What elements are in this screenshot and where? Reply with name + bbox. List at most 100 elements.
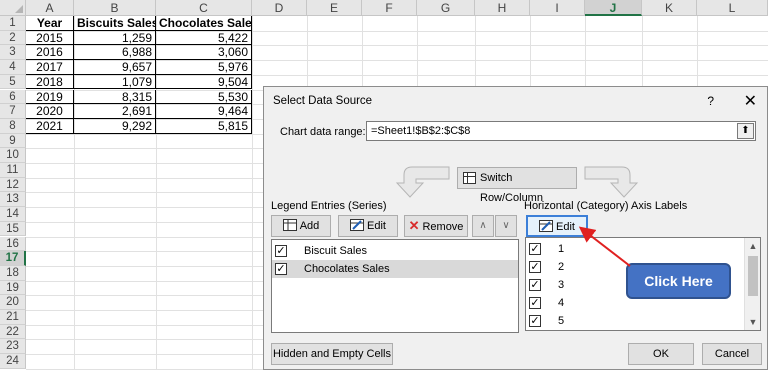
table-cell[interactable]: 5,530	[156, 89, 252, 105]
row-header[interactable]: 22	[0, 324, 26, 340]
table-cell[interactable]: 6,988	[74, 45, 156, 61]
column-header-j[interactable]: J	[585, 0, 642, 16]
edit-table-icon	[539, 220, 554, 233]
row-header[interactable]: 21	[0, 310, 26, 325]
table-cell[interactable]: 1,079	[74, 74, 156, 90]
column-header-a[interactable]: A	[26, 0, 74, 16]
category-checkbox[interactable]: ✓	[529, 243, 541, 255]
row-header[interactable]: 11	[0, 163, 26, 178]
column-header-l[interactable]: L	[697, 0, 768, 16]
column-header-f[interactable]: F	[362, 0, 417, 16]
move-up-button[interactable]: ∧	[472, 215, 494, 237]
table-cell[interactable]: 9,464	[156, 104, 252, 119]
row-header[interactable]: 16	[0, 236, 26, 252]
table-cell[interactable]: 2019	[26, 89, 74, 105]
row-header[interactable]: 1	[0, 16, 26, 31]
list-item[interactable]: ✓ 5	[526, 312, 760, 330]
table-header-cell[interactable]: Biscuits Sales	[74, 16, 156, 31]
close-icon[interactable]: ✕	[744, 91, 757, 111]
row-header[interactable]: 14	[0, 207, 26, 222]
series-checkbox[interactable]: ✓	[275, 263, 287, 275]
column-header-k[interactable]: K	[642, 0, 697, 16]
switch-row-column-button[interactable]: Switch Row/Column	[457, 167, 577, 204]
scroll-down-icon[interactable]: ▼	[745, 314, 760, 330]
table-header-cell[interactable]: Year	[26, 16, 74, 31]
edit-series-button[interactable]: Edit	[338, 215, 398, 237]
series-checkbox[interactable]: ✓	[275, 245, 287, 257]
edit-axis-labels-button[interactable]: Edit	[526, 215, 588, 237]
column-header-e[interactable]: E	[307, 0, 362, 16]
legend-entries-label: Legend Entries (Series)	[271, 200, 387, 212]
column-header-i[interactable]: I	[530, 0, 585, 16]
table-header-cell[interactable]: Chocolates Sales	[156, 16, 252, 31]
series-label: Chocolates Sales	[304, 263, 390, 275]
column-header-d[interactable]: D	[252, 0, 307, 16]
category-label: 2	[558, 261, 565, 273]
chart-data-range-label: Chart data range:	[280, 126, 366, 138]
category-label: 3	[558, 279, 565, 291]
table-cell[interactable]: 5,815	[156, 118, 252, 134]
row-header[interactable]: 6	[0, 89, 26, 105]
category-checkbox[interactable]: ✓	[529, 315, 541, 327]
table-cell[interactable]: 2016	[26, 45, 74, 61]
category-checkbox[interactable]: ✓	[529, 297, 541, 309]
table-cell[interactable]: 2017	[26, 60, 74, 75]
scroll-up-icon[interactable]: ▲	[745, 238, 760, 254]
table-cell[interactable]: 2018	[26, 74, 74, 90]
row-header[interactable]: 19	[0, 280, 26, 296]
ok-button[interactable]: OK	[628, 343, 694, 365]
table-cell[interactable]: 9,504	[156, 74, 252, 90]
table-cell[interactable]: 3,060	[156, 45, 252, 61]
row-header[interactable]: 3	[0, 45, 26, 61]
column-header-h[interactable]: H	[475, 0, 530, 16]
scroll-thumb[interactable]	[748, 256, 758, 296]
list-item[interactable]: ✓ Biscuit Sales	[272, 242, 518, 260]
table-cell[interactable]: 9,657	[74, 60, 156, 75]
row-header[interactable]: 17	[0, 251, 26, 266]
axis-list-scrollbar[interactable]: ▲ ▼	[744, 238, 760, 330]
remove-series-button[interactable]: ✕ Remove	[404, 215, 468, 237]
select-all-corner[interactable]	[0, 0, 26, 16]
column-header-b[interactable]: B	[74, 0, 156, 16]
table-cell[interactable]: 1,259	[74, 30, 156, 46]
row-header[interactable]: 9	[0, 133, 26, 149]
row-header[interactable]: 23	[0, 339, 26, 355]
move-down-button[interactable]: ∨	[495, 215, 517, 237]
column-header-c[interactable]: C	[156, 0, 252, 16]
row-header[interactable]: 18	[0, 265, 26, 281]
table-cell[interactable]: 2,691	[74, 104, 156, 119]
row-header[interactable]: 15	[0, 221, 26, 237]
table-cell[interactable]: 8,315	[74, 89, 156, 105]
row-header[interactable]: 4	[0, 60, 26, 75]
table-cell[interactable]: 2021	[26, 118, 74, 134]
table-cell[interactable]: 5,976	[156, 60, 252, 75]
add-series-label: Add	[299, 220, 320, 232]
chart-data-range-input[interactable]: =Sheet1!$B$2:$C$8 ⬆	[366, 121, 756, 141]
add-series-button[interactable]: Add	[271, 215, 331, 237]
collapse-range-button[interactable]: ⬆	[737, 123, 754, 139]
help-button[interactable]: ?	[707, 94, 714, 108]
row-header[interactable]: 10	[0, 148, 26, 163]
row-header[interactable]: 20	[0, 295, 26, 310]
table-cell[interactable]: 5,422	[156, 30, 252, 46]
row-header[interactable]: 2	[0, 30, 26, 46]
category-checkbox[interactable]: ✓	[529, 261, 541, 273]
hidden-empty-cells-button[interactable]: Hidden and Empty Cells	[271, 343, 393, 365]
cancel-button[interactable]: Cancel	[702, 343, 762, 365]
row-header[interactable]: 24	[0, 354, 26, 369]
row-header[interactable]: 13	[0, 192, 26, 208]
list-item[interactable]: ✓ Chocolates Sales	[272, 260, 518, 278]
row-header[interactable]: 5	[0, 74, 26, 90]
edit-series-label: Edit	[367, 220, 386, 232]
category-checkbox[interactable]: ✓	[529, 279, 541, 291]
table-cell[interactable]: 2020	[26, 104, 74, 119]
column-header-g[interactable]: G	[417, 0, 475, 16]
table-cell[interactable]: 9,292	[74, 118, 156, 134]
row-header[interactable]: 8	[0, 118, 26, 134]
select-all-triangle-icon	[15, 5, 23, 13]
list-item[interactable]: ✓ 1	[526, 240, 760, 258]
row-header[interactable]: 7	[0, 104, 26, 119]
legend-entries-list[interactable]: ✓ Biscuit Sales ✓ Chocolates Sales	[271, 239, 519, 333]
table-cell[interactable]: 2015	[26, 30, 74, 46]
row-header[interactable]: 12	[0, 177, 26, 193]
